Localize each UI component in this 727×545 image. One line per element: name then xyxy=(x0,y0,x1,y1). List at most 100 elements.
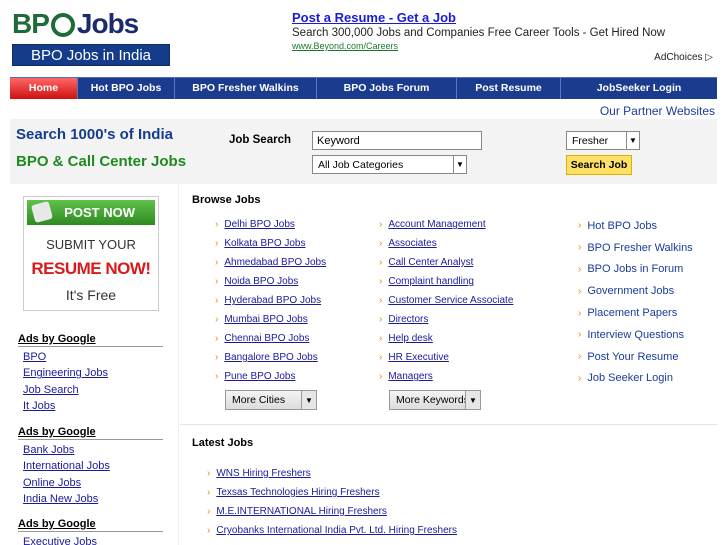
quick-link[interactable]: Interview Questions xyxy=(587,329,684,341)
category-link[interactable]: Complaint handling xyxy=(388,276,474,287)
keyword-input[interactable] xyxy=(312,131,482,150)
city-link[interactable]: Chennai BPO Jobs xyxy=(224,333,309,344)
category-link[interactable]: Account Management xyxy=(388,219,485,230)
bullet-arrow-icon: › xyxy=(379,219,383,230)
ad-link[interactable]: Bank Jobs xyxy=(18,442,163,458)
ad-link[interactable]: Engineering Jobs xyxy=(18,365,163,381)
post-now-button[interactable]: POST NOW xyxy=(27,200,155,225)
list-item: › Call Center Analyst xyxy=(379,253,513,272)
browse-jobs-heading: Browse Jobs xyxy=(192,194,261,206)
category-link[interactable]: Call Center Analyst xyxy=(388,257,473,268)
list-item: › Pune BPO Jobs xyxy=(215,367,326,386)
bullet-arrow-icon: › xyxy=(215,371,219,382)
bullet-arrow-icon: › xyxy=(379,333,383,344)
bullet-arrow-icon: › xyxy=(578,372,582,384)
quick-link[interactable]: Hot BPO Jobs xyxy=(587,220,657,232)
city-link[interactable]: Kolkata BPO Jobs xyxy=(224,238,305,249)
latest-job-link[interactable]: Texsas Technologies Hiring Freshers xyxy=(216,487,379,498)
category-link[interactable]: Associates xyxy=(388,238,436,249)
ad-link[interactable]: BPO xyxy=(18,349,163,365)
ad-link[interactable]: India New Jobs xyxy=(18,491,163,507)
nav-post-resume[interactable]: Post Resume xyxy=(457,78,561,99)
quick-link[interactable]: Placement Papers xyxy=(587,307,677,319)
site-logo[interactable]: BP Jobs BPO Jobs in India xyxy=(12,8,170,66)
chevron-down-icon: ▼ xyxy=(301,391,316,409)
city-link[interactable]: Bangalore BPO Jobs xyxy=(224,352,317,363)
city-link[interactable]: Delhi BPO Jobs xyxy=(224,219,295,230)
city-link[interactable]: Noida BPO Jobs xyxy=(224,276,298,287)
category-link[interactable]: Customer Service Associate xyxy=(388,295,513,306)
ad-url-link[interactable]: www.Beyond.com/Careers xyxy=(292,41,398,51)
list-item: › Texsas Technologies Hiring Freshers xyxy=(207,483,457,502)
quick-links-list: › Hot BPO Jobs › BPO Fresher Walkins › BPO … xyxy=(578,215,693,389)
category-link[interactable]: Directors xyxy=(388,314,428,325)
latest-jobs-list: › WNS Hiring Freshers › Texsas Technologie… xyxy=(207,464,457,540)
adchoices-link[interactable]: AdChoices ▷ xyxy=(654,52,713,63)
nav-jobseeker-login[interactable]: JobSeeker Login xyxy=(561,78,717,99)
category-link[interactable]: HR Executive xyxy=(388,352,449,363)
quick-link[interactable]: BPO Jobs in Forum xyxy=(587,263,683,275)
ad-link[interactable]: Executive Jobs xyxy=(18,534,163,545)
ads-heading[interactable]: Ads by Google xyxy=(18,333,163,347)
category-link[interactable]: Help desk xyxy=(388,333,432,344)
bullet-arrow-icon: › xyxy=(379,257,383,268)
ad-link[interactable]: Job Search xyxy=(18,382,163,398)
quick-link[interactable]: Job Seeker Login xyxy=(587,372,673,384)
more-keywords-select[interactable]: More Keywords ▼ xyxy=(389,390,481,410)
ad-link[interactable]: It Jobs xyxy=(18,398,163,414)
nav-home[interactable]: Home xyxy=(10,78,78,99)
nav-bpo-jobs-forum[interactable]: BPO Jobs Forum xyxy=(317,78,457,99)
bullet-arrow-icon: › xyxy=(207,525,211,536)
quick-link[interactable]: BPO Fresher Walkins xyxy=(587,242,692,254)
ad-title-link[interactable]: Post a Resume - Get a Job xyxy=(292,10,717,25)
bullet-arrow-icon: › xyxy=(207,506,211,517)
bullet-arrow-icon: › xyxy=(379,276,383,287)
city-link[interactable]: Pune BPO Jobs xyxy=(224,371,295,382)
ad-link[interactable]: International Jobs xyxy=(18,458,163,474)
section-divider xyxy=(180,424,717,425)
list-item: › Job Seeker Login xyxy=(578,368,693,390)
category-select[interactable]: All Job Categories ▼ xyxy=(312,155,467,174)
more-cities-select[interactable]: More Cities ▼ xyxy=(225,390,317,410)
post-resume-banner[interactable]: POST NOW SUBMIT YOUR RESUME NOW! It's Fr… xyxy=(23,196,159,311)
ad-link[interactable]: Online Jobs xyxy=(18,475,163,491)
more-cities-label: More Cities xyxy=(232,394,286,406)
quick-link[interactable]: Government Jobs xyxy=(587,285,674,297)
list-item: › Chennai BPO Jobs xyxy=(215,329,326,348)
category-value: All Job Categories xyxy=(318,158,404,171)
ad-description: Search 300,000 Jobs and Companies Free C… xyxy=(292,27,666,39)
city-link[interactable]: Ahmedabad BPO Jobs xyxy=(224,257,326,268)
ads-heading[interactable]: Ads by Google xyxy=(18,426,163,440)
list-item: › Mumbai BPO Jobs xyxy=(215,310,326,329)
logo-bp: BP xyxy=(12,8,50,39)
category-link[interactable]: Managers xyxy=(388,371,432,382)
bullet-arrow-icon: › xyxy=(578,329,582,341)
latest-job-link[interactable]: M.E.INTERNATIONAL Hiring Freshers xyxy=(216,506,387,517)
main-nav: Home Hot BPO Jobs BPO Fresher Walkins BP… xyxy=(10,77,717,99)
ads-block-2: Ads by Google Bank Jobs International Jo… xyxy=(18,426,163,507)
banner-line1: SUBMIT YOUR xyxy=(46,237,136,252)
quick-link[interactable]: Post Your Resume xyxy=(587,351,678,363)
city-link[interactable]: Hyderabad BPO Jobs xyxy=(224,295,321,306)
bullet-arrow-icon: › xyxy=(578,263,582,275)
column-divider xyxy=(178,184,179,545)
latest-job-link[interactable]: WNS Hiring Freshers xyxy=(216,468,310,479)
list-item: › Account Management xyxy=(379,215,513,234)
list-item: › Kolkata BPO Jobs xyxy=(215,234,326,253)
list-item: › Bangalore BPO Jobs xyxy=(215,348,326,367)
experience-select[interactable]: Fresher ▼ xyxy=(566,131,640,150)
nav-hot-bpo-jobs[interactable]: Hot BPO Jobs xyxy=(78,78,175,99)
nav-bpo-fresher-walkins[interactable]: BPO Fresher Walkins xyxy=(175,78,317,99)
list-item: › Government Jobs xyxy=(578,280,693,302)
more-keywords-label: More Keywords xyxy=(396,394,469,406)
search-job-button[interactable]: Search Job xyxy=(566,155,632,175)
list-item: › BPO Fresher Walkins xyxy=(578,237,693,259)
partner-websites-link[interactable]: Our Partner Websites xyxy=(600,104,715,118)
city-link[interactable]: Mumbai BPO Jobs xyxy=(224,314,307,325)
list-item: › Ahmedabad BPO Jobs xyxy=(215,253,326,272)
ads-heading[interactable]: Ads by Google xyxy=(18,518,163,532)
latest-job-link[interactable]: Cryobanks International India Pvt. Ltd. … xyxy=(216,525,457,536)
ads-block-1: Ads by Google BPO Engineering Jobs Job S… xyxy=(18,333,163,414)
list-item: › BPO Jobs in Forum xyxy=(578,259,693,281)
bullet-arrow-icon: › xyxy=(379,314,383,325)
